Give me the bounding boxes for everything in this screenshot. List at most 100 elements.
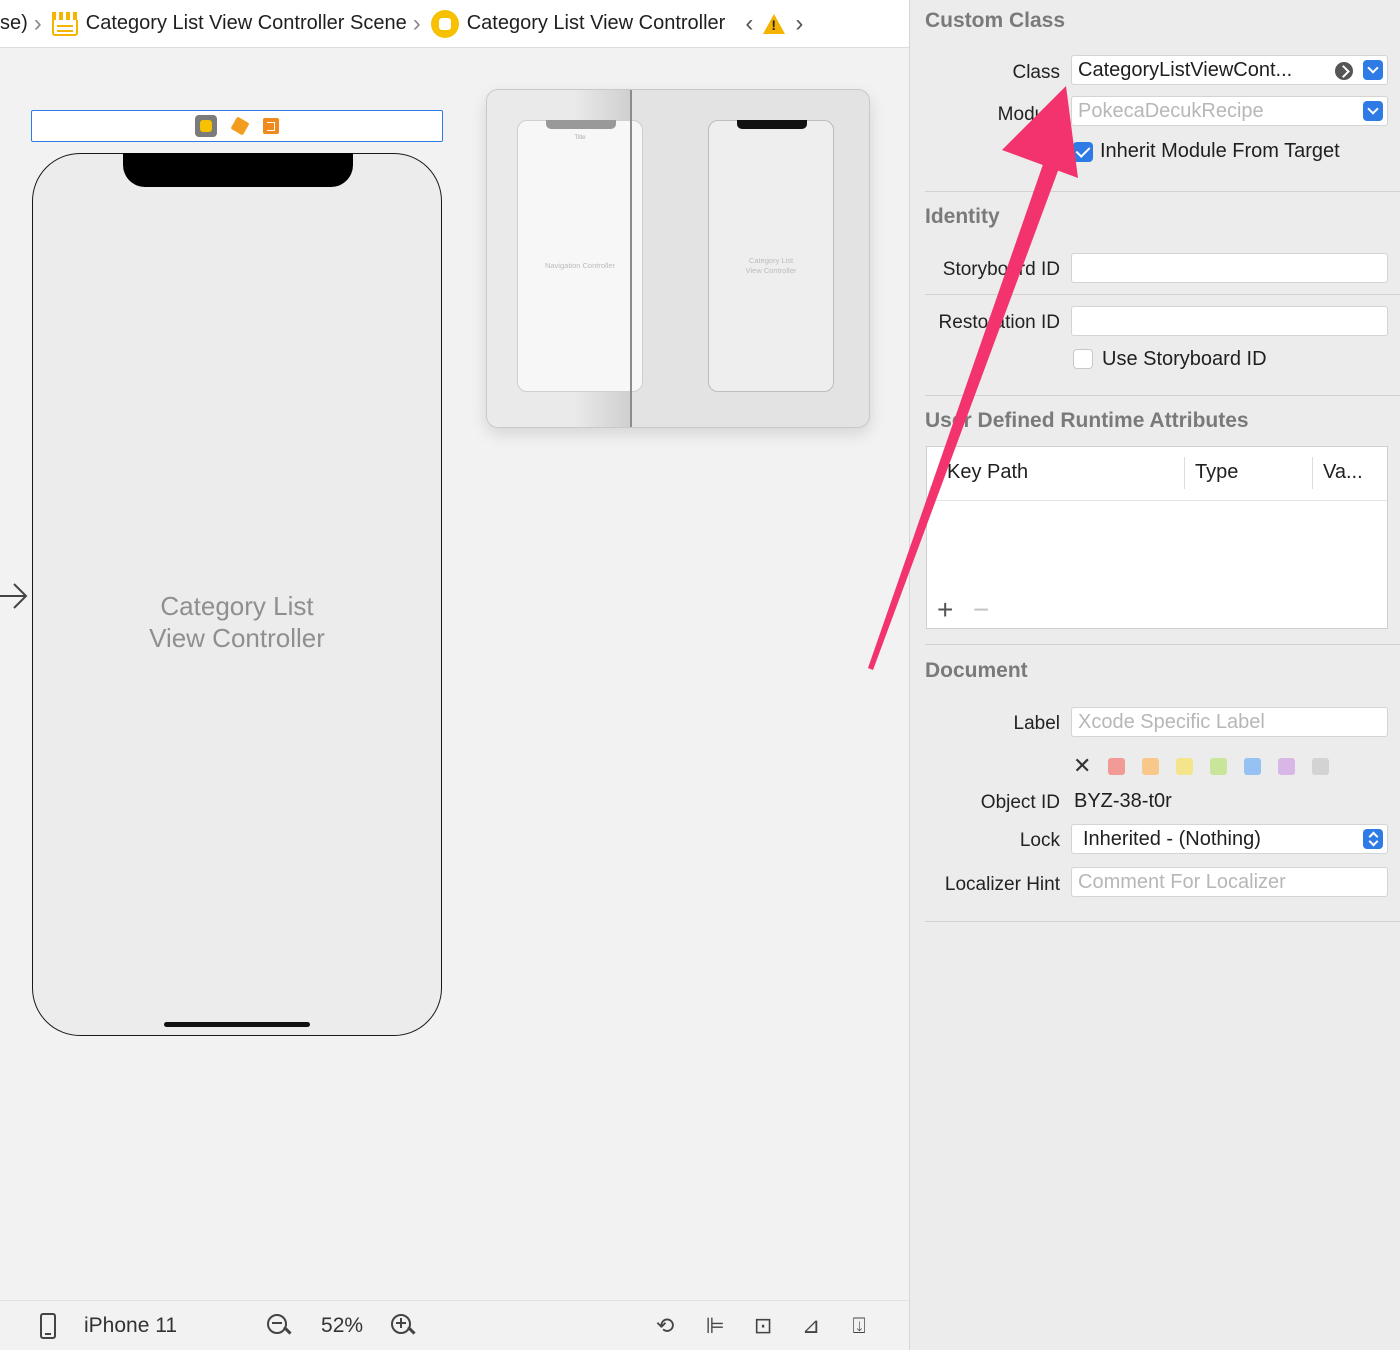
label-color-swatches: ✕ — [1073, 753, 1329, 779]
storyboard-minimap[interactable]: Title Navigation Controller Category Lis… — [486, 89, 870, 428]
section-divider — [925, 921, 1400, 922]
class-field[interactable]: CategoryListViewCont... — [1071, 55, 1388, 85]
minimap-vc-label-line2: View Controller — [745, 266, 797, 275]
swatch-red[interactable] — [1108, 757, 1125, 775]
embed-in-icon[interactable]: ⍗ — [844, 1312, 874, 1340]
jumpbar-truncated-prefix[interactable]: se) — [0, 12, 28, 35]
document-label-field[interactable]: Xcode Specific Label — [1071, 707, 1388, 737]
lock-value: Inherited - (Nothing) — [1083, 828, 1261, 850]
breadcrumb-separator-icon: › — [33, 9, 42, 37]
device-name[interactable]: iPhone 11 — [84, 1314, 177, 1338]
swatch-blue[interactable] — [1244, 757, 1261, 775]
document-section-title: Document — [925, 659, 1028, 682]
object-id-value: BYZ-38-t0r — [1074, 790, 1172, 812]
zoom-level[interactable]: 52% — [321, 1314, 363, 1338]
category-list-view-controller-scene[interactable]: Category List View Controller — [32, 153, 442, 1036]
column-separator — [1184, 457, 1185, 489]
object-id-label: Object ID — [980, 792, 1060, 813]
breadcrumb-controller[interactable]: Category List View Controller — [430, 9, 726, 38]
breadcrumb-scene-label: Category List View Controller Scene — [85, 12, 407, 34]
home-indicator — [164, 1022, 310, 1027]
swatch-orange[interactable] — [1142, 757, 1159, 775]
swatch-yellow[interactable] — [1176, 757, 1193, 775]
runtime-attributes-header: Key Path Type Va... — [927, 447, 1387, 501]
class-dropdown-chevron-icon[interactable] — [1363, 60, 1383, 80]
minimap-nav-label: Navigation Controller — [544, 261, 616, 270]
inherit-module-checkbox[interactable] — [1073, 142, 1093, 162]
minimap-notch — [546, 120, 616, 129]
first-responder-icon[interactable] — [230, 116, 250, 136]
module-field[interactable]: PokecaDecukRecipe — [1071, 96, 1388, 126]
column-value[interactable]: Va... — [1323, 461, 1363, 484]
scene-placeholder-label: Category List View Controller — [33, 590, 441, 654]
runtime-attributes-section-title: User Defined Runtime Attributes — [925, 409, 1249, 432]
row-divider — [925, 294, 1400, 295]
column-type[interactable]: Type — [1195, 461, 1238, 484]
lock-updown-icon[interactable] — [1363, 829, 1383, 849]
zoom-in-icon[interactable] — [391, 1313, 415, 1338]
module-placeholder: PokecaDecukRecipe — [1078, 100, 1264, 122]
issue-navigator-controls: ‹ › — [745, 10, 803, 38]
align-icon[interactable]: ⊫ — [700, 1312, 730, 1340]
column-key-path[interactable]: Key Path — [947, 461, 1028, 484]
resolve-issues-icon[interactable]: ⊿ — [796, 1312, 826, 1340]
minimap-navigation-controller: Title Navigation Controller — [517, 120, 643, 392]
zoom-out-icon[interactable] — [267, 1313, 291, 1338]
lock-popup[interactable]: Inherited - (Nothing) — [1071, 824, 1388, 854]
document-label-placeholder: Xcode Specific Label — [1078, 711, 1265, 733]
storyboard-canvas[interactable]: se) › Category List View Controller Scen… — [0, 0, 909, 1350]
use-storyboard-id-checkbox[interactable] — [1073, 349, 1093, 369]
restoration-id-label: Restoration ID — [938, 312, 1060, 333]
storyboard-id-field[interactable] — [1071, 253, 1388, 283]
class-label: Class — [1012, 62, 1060, 83]
previous-issue-button[interactable]: ‹ — [745, 10, 753, 38]
canvas-bottom-bar: iPhone 11 52% ⟲ ⊫ ⊡ ⊿ ⍗ — [0, 1300, 909, 1350]
section-divider — [925, 395, 1400, 396]
breadcrumb-separator-icon: › — [412, 9, 421, 37]
class-value: CategoryListViewCont... — [1078, 59, 1293, 81]
clear-color-icon[interactable]: ✕ — [1073, 753, 1091, 779]
identity-section-title: Identity — [925, 205, 1000, 228]
breadcrumb-scene[interactable]: Category List View Controller Scene — [51, 11, 407, 36]
use-storyboard-id-label: Use Storyboard ID — [1102, 348, 1267, 370]
module-label: Module — [997, 104, 1060, 125]
localizer-hint-field[interactable]: Comment For Localizer — [1071, 867, 1388, 897]
update-frames-icon[interactable]: ⟲ — [650, 1312, 680, 1340]
scene-clapper-icon — [51, 11, 78, 36]
module-dropdown-chevron-icon[interactable] — [1363, 101, 1383, 121]
entry-point-arrow-icon[interactable] — [0, 578, 30, 614]
warning-icon[interactable] — [763, 13, 786, 34]
phone-notch — [123, 153, 353, 187]
scene-label-line1: Category List — [160, 591, 314, 621]
go-to-class-icon[interactable] — [1335, 62, 1353, 80]
exit-icon[interactable] — [263, 118, 279, 134]
minimap-category-list: Category List View Controller — [708, 120, 834, 392]
storyboard-id-label: Storyboard ID — [942, 259, 1060, 280]
add-constraints-icon[interactable]: ⊡ — [748, 1312, 778, 1340]
runtime-attributes-table[interactable]: Key Path Type Va... + − — [926, 446, 1388, 629]
device-icon[interactable] — [40, 1312, 56, 1339]
view-controller-icon — [430, 9, 459, 38]
minimap-viewport-edge — [630, 90, 632, 427]
breadcrumb-controller-label: Category List View Controller — [466, 12, 726, 34]
custom-class-section-title: Custom Class — [925, 9, 1066, 32]
column-separator — [1312, 457, 1313, 489]
add-attribute-button[interactable]: + — [937, 594, 953, 626]
swatch-gray[interactable] — [1312, 757, 1329, 775]
restoration-id-field[interactable] — [1071, 306, 1388, 336]
scene-label-line2: View Controller — [149, 623, 325, 653]
inherit-module-label: Inherit Module From Target — [1100, 140, 1340, 162]
swatch-green[interactable] — [1210, 757, 1227, 775]
localizer-hint-placeholder: Comment For Localizer — [1078, 871, 1286, 893]
jump-bar: se) › Category List View Controller Scen… — [0, 0, 909, 48]
section-divider — [925, 191, 1400, 192]
swatch-purple[interactable] — [1278, 757, 1295, 775]
localizer-hint-label: Localizer Hint — [944, 874, 1060, 895]
view-controller-icon[interactable] — [195, 115, 217, 137]
identity-inspector: Custom Class Class CategoryListViewCont.… — [909, 0, 1400, 1350]
lock-label: Lock — [1019, 830, 1060, 851]
document-label-label: Label — [1013, 713, 1061, 734]
next-issue-button[interactable]: › — [795, 10, 803, 38]
remove-attribute-button[interactable]: − — [973, 594, 989, 626]
scene-dock[interactable] — [31, 110, 443, 142]
